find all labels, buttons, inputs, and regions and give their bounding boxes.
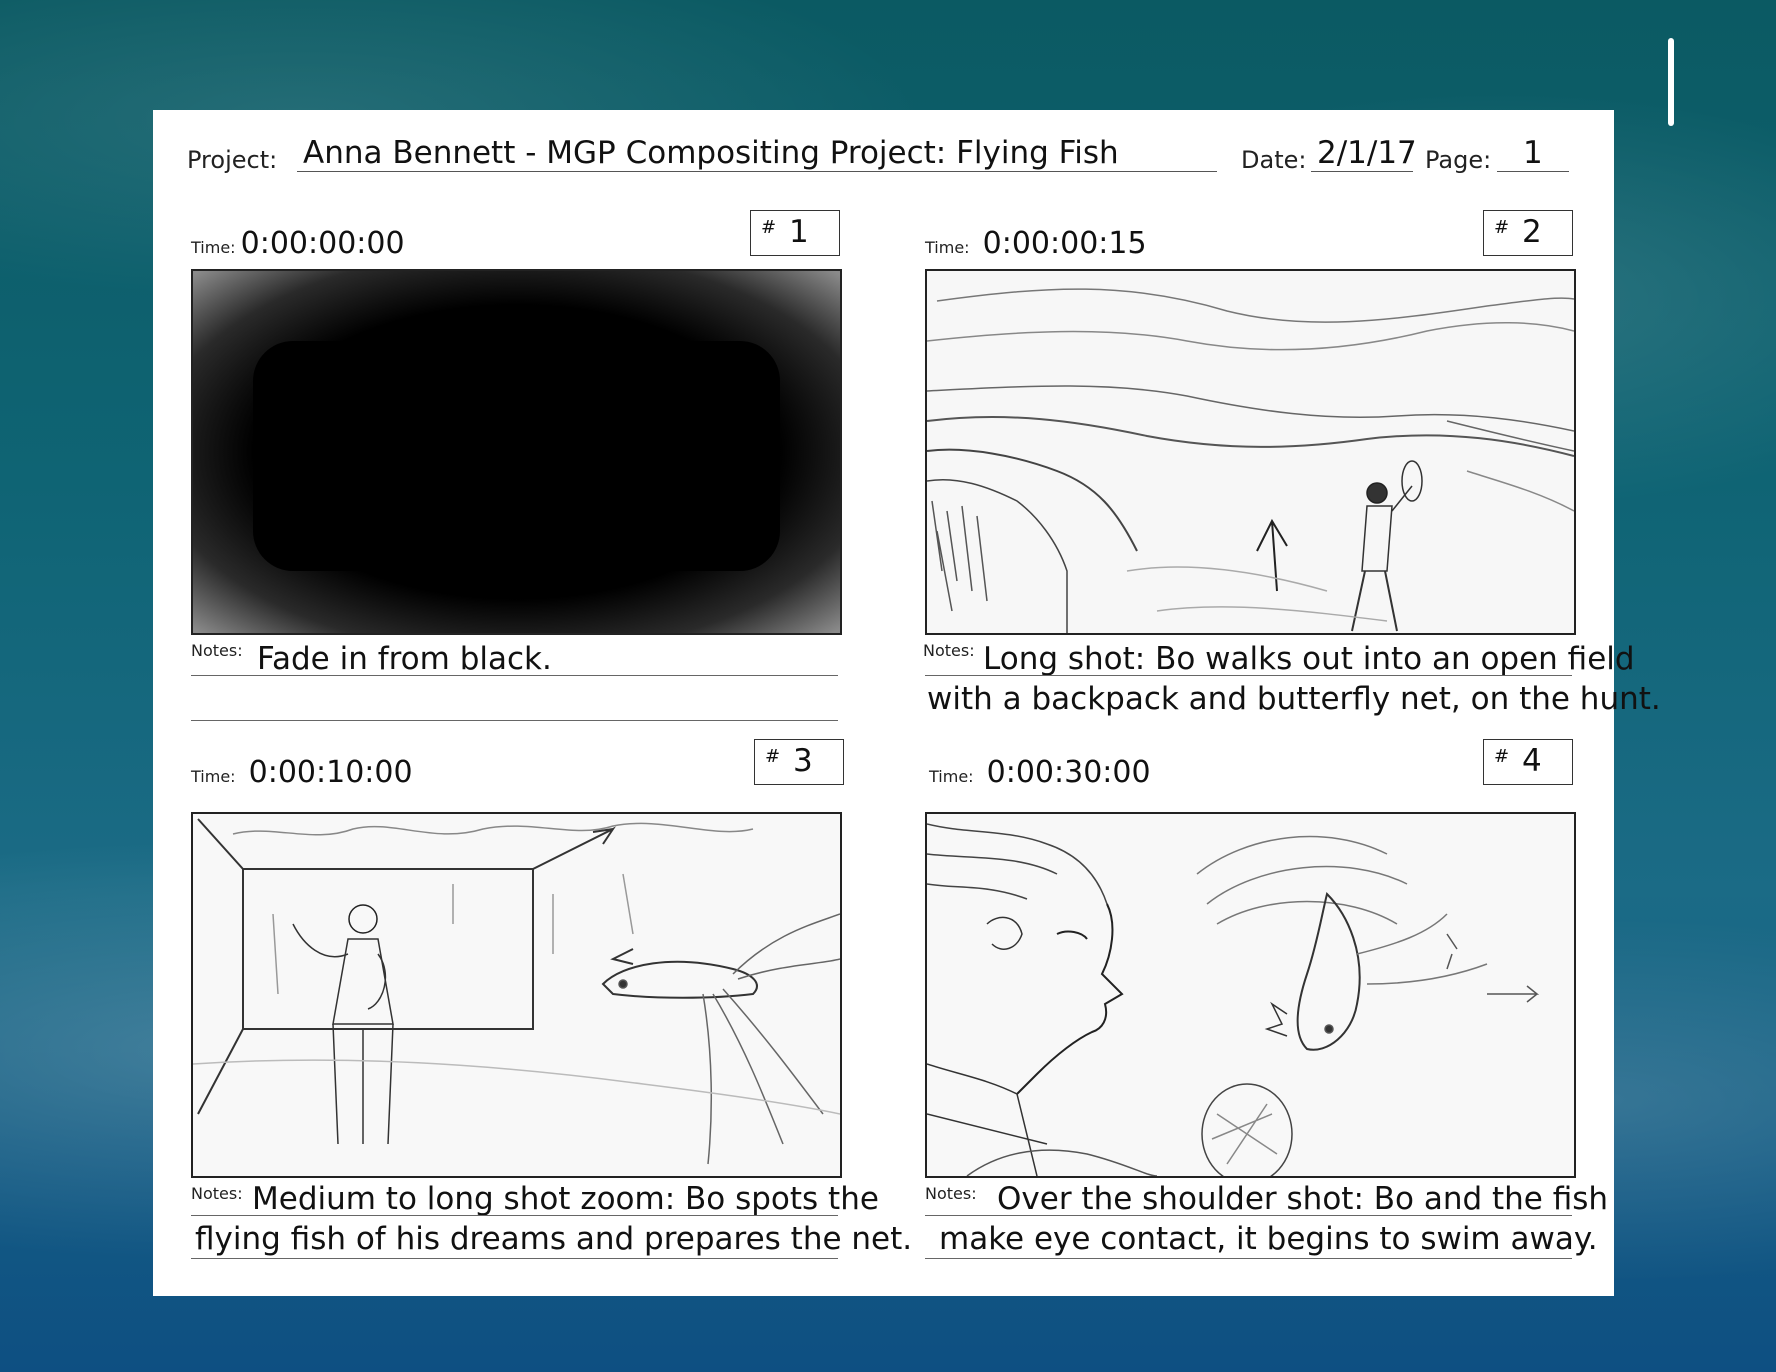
panel-3-notes: Notes:: [191, 1184, 243, 1203]
panel-3-frame: [191, 812, 842, 1178]
notes-label: Notes:: [191, 641, 243, 660]
panel-4-number: 4: [1522, 743, 1542, 779]
panel-2-time: Time: 0:00:00:15: [925, 226, 1147, 261]
time-label: Time:: [191, 767, 236, 786]
page-number-mark: 1: [1668, 38, 1674, 126]
panel-4-frame: [925, 812, 1576, 1178]
page-value: 1: [1523, 135, 1543, 171]
panel-3-notes-rule-1: [191, 1215, 838, 1216]
panel-4-time-value: 0:00:30:00: [986, 755, 1151, 790]
panel-4-notes-rule-1: [925, 1215, 1572, 1216]
panel-3-notes-line1: Medium to long shot zoom: Bo spots the: [252, 1181, 879, 1217]
panel-1-number: 1: [789, 214, 809, 250]
panel-1-notes: Notes:: [191, 641, 243, 660]
panel-3-time-value: 0:00:10:00: [248, 755, 413, 790]
panel-2-sketch-field-walk: [927, 271, 1574, 633]
panel-3-time: Time: 0:00:10:00: [191, 755, 413, 790]
panel-3-notes-rule-2: [191, 1258, 838, 1259]
panel-2-notes: Notes:: [923, 641, 975, 660]
panel-3-notes-line2: flying fish of his dreams and prepares t…: [195, 1221, 913, 1257]
time-label: Time:: [191, 238, 236, 257]
panel-4-notes: Notes:: [925, 1184, 977, 1203]
panel-2-time-value: 0:00:00:15: [982, 226, 1147, 261]
hash-symbol: #: [765, 746, 781, 767]
panel-4-notes-line1: Over the shoulder shot: Bo and the fish: [997, 1181, 1609, 1217]
panel-1-number-box: # 1: [750, 210, 840, 256]
storyboard-sheet: Project: Anna Bennett - MGP Compositing …: [153, 110, 1661, 1296]
notes-label: Notes:: [191, 1184, 243, 1203]
panel-1-time-value: 0:00:00:00: [240, 226, 405, 261]
project-value: Anna Bennett - MGP Compositing Project: …: [303, 135, 1119, 171]
panel-4-time: Time: 0:00:30:00: [929, 755, 1151, 790]
hash-symbol: #: [1494, 746, 1510, 767]
panel-1-sketch-black-vignette: [193, 271, 840, 633]
panel-4-number-box: # 4: [1483, 739, 1573, 785]
panel-2-number: 2: [1522, 214, 1542, 250]
notes-label: Notes:: [923, 641, 975, 660]
panel-2-notes-line1: Long shot: Bo walks out into an open fie…: [983, 641, 1635, 677]
panel-4-notes-rule-2: [925, 1258, 1572, 1259]
panel-3-number: 3: [793, 743, 813, 779]
panel-1-notes-rule-1: [191, 675, 838, 676]
date-value: 2/1/17: [1317, 135, 1417, 171]
page-field: 1: [1497, 138, 1569, 172]
hash-symbol: #: [761, 217, 777, 238]
panel-1-notes-rule-2: [191, 720, 838, 721]
panel-2-notes-rule-1: [925, 675, 1572, 676]
panel-2-frame: [925, 269, 1576, 635]
panel-2-number-box: # 2: [1483, 210, 1573, 256]
panel-4-notes-line2: make eye contact, it begins to swim away…: [939, 1221, 1598, 1257]
time-label: Time:: [929, 767, 974, 786]
date-label: Date:: [1241, 146, 1307, 174]
panel-4-sketch-shoulder-shot: [927, 814, 1574, 1176]
project-label: Project:: [187, 146, 278, 174]
time-label: Time:: [925, 238, 970, 257]
panel-1-notes-line1: Fade in from black.: [257, 641, 552, 677]
date-field: 2/1/17: [1311, 138, 1417, 172]
panel-3-sketch-fish-zoom: [193, 814, 840, 1176]
panel-1-time: Time: 0:00:00:00: [191, 226, 405, 261]
hash-symbol: #: [1494, 217, 1510, 238]
notes-label: Notes:: [925, 1184, 977, 1203]
project-field: Anna Bennett - MGP Compositing Project: …: [297, 138, 1217, 172]
panel-2-notes-line2: with a backpack and butterfly net, on th…: [927, 681, 1661, 717]
panel-1-frame: [191, 269, 842, 635]
panel-3-number-box: # 3: [754, 739, 844, 785]
page-label: Page:: [1425, 146, 1492, 174]
